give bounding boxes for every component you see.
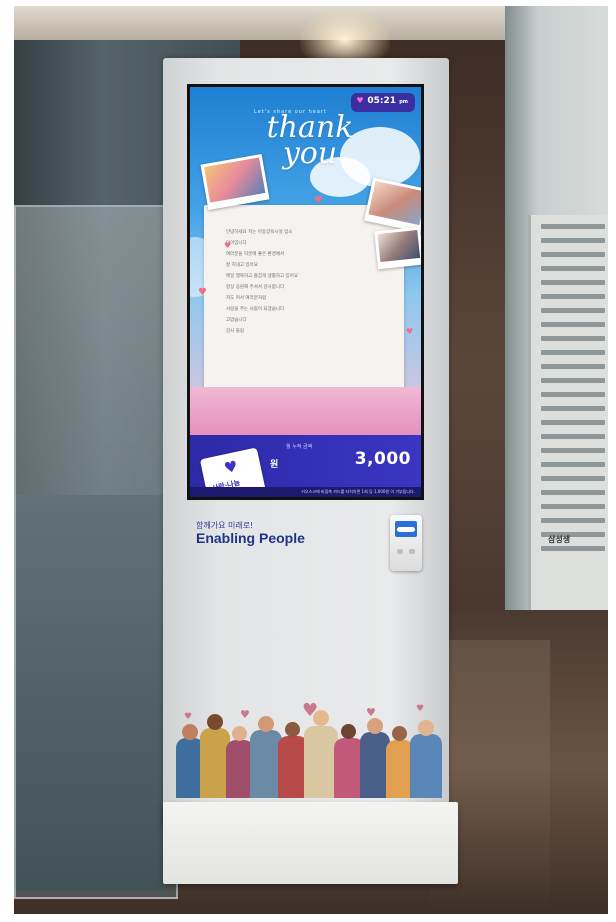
person-head bbox=[418, 720, 434, 736]
glass-showcase bbox=[14, 205, 178, 899]
letter-line: 매일 행복하고 즐겁게 생활하고 있어요 bbox=[226, 274, 298, 279]
clock-suffix: pm bbox=[399, 99, 408, 105]
person-head bbox=[341, 724, 356, 739]
heart-icon: ♥ bbox=[416, 704, 425, 714]
photo-scene: 삼성생 05:21 pm Let's share our heart thank… bbox=[0, 0, 616, 922]
person-head bbox=[207, 714, 223, 730]
donation-label: 월 누적 금액 bbox=[286, 444, 313, 450]
heart-icon: ♥ bbox=[222, 457, 240, 478]
heart-icon: ♥ bbox=[366, 706, 376, 719]
letter-line: 고맙습니다 bbox=[226, 318, 247, 323]
clock-time: 05:21 bbox=[367, 96, 397, 106]
letter-line: 저도 커서 여러분처럼 bbox=[226, 296, 267, 301]
letter-line: 여러분들 덕분에 좋은 환경에서 bbox=[226, 252, 285, 257]
slogan-english: Enabling People bbox=[196, 530, 305, 546]
crowd-illustration: ♥ ♥ ♥ ♥ ♥ bbox=[176, 700, 442, 798]
reader-button[interactable] bbox=[397, 549, 403, 554]
directory-label: 삼성생 bbox=[548, 535, 571, 544]
letter-line: 안녕하세요 저는 아동양육시설 입소 bbox=[226, 230, 293, 235]
person-head bbox=[258, 716, 274, 732]
letter-line: 잘 지내고 있어요 bbox=[226, 263, 258, 268]
heart-icon: ♥ bbox=[406, 327, 414, 336]
card-reader[interactable] bbox=[390, 515, 422, 571]
person-head bbox=[232, 726, 247, 741]
letter-line: 사랑을 주는 사람이 되겠습니다 bbox=[226, 307, 285, 312]
person-head bbox=[182, 724, 198, 740]
brand-logo-icon bbox=[397, 527, 415, 532]
heart-icon: ♥ bbox=[314, 195, 323, 206]
person-head bbox=[285, 722, 300, 737]
donation-bar: 월 누적 금액 원 3,000 ♥ 사랑·나눔 bbox=[190, 435, 421, 497]
thank-you-title: thank you bbox=[260, 113, 360, 169]
person-figure bbox=[410, 734, 442, 798]
heart-icon: ♥ bbox=[184, 712, 193, 722]
heart-icon: ♥ bbox=[240, 708, 250, 721]
heart-icon: ♥ bbox=[302, 700, 319, 721]
donation-unit: 원 bbox=[270, 460, 279, 470]
person-figure bbox=[304, 726, 338, 798]
heart-icon: ♥ bbox=[198, 287, 207, 298]
letter-line: 항상 응원해 주셔서 감사합니다 bbox=[226, 285, 285, 290]
reader-button[interactable] bbox=[409, 549, 415, 554]
donation-ticker: 키오스크에 비접촉 카드를 터치하면 1회 당 1,000원 이 기부됩니다. bbox=[190, 487, 421, 497]
heart-icon: ♥ bbox=[224, 241, 232, 250]
polaroid-photo bbox=[374, 226, 421, 270]
person-head bbox=[367, 718, 383, 734]
donation-amount: 3,000 bbox=[354, 449, 411, 469]
person-head bbox=[392, 726, 407, 741]
letter-line: 아이입니다 bbox=[226, 241, 247, 246]
building-directory bbox=[528, 215, 613, 610]
clock-badge: 05:21 pm bbox=[351, 93, 415, 112]
pink-ground bbox=[190, 387, 421, 437]
letter-text: 안녕하세요 저는 아동양육시설 입소 아이입니다 여러분들 덕분에 좋은 환경에… bbox=[226, 227, 386, 337]
kiosk-base bbox=[163, 802, 458, 884]
letter-line: 감사 올림 bbox=[226, 329, 244, 334]
kiosk-screen[interactable]: 05:21 pm Let's share our heart thank you… bbox=[187, 84, 424, 500]
